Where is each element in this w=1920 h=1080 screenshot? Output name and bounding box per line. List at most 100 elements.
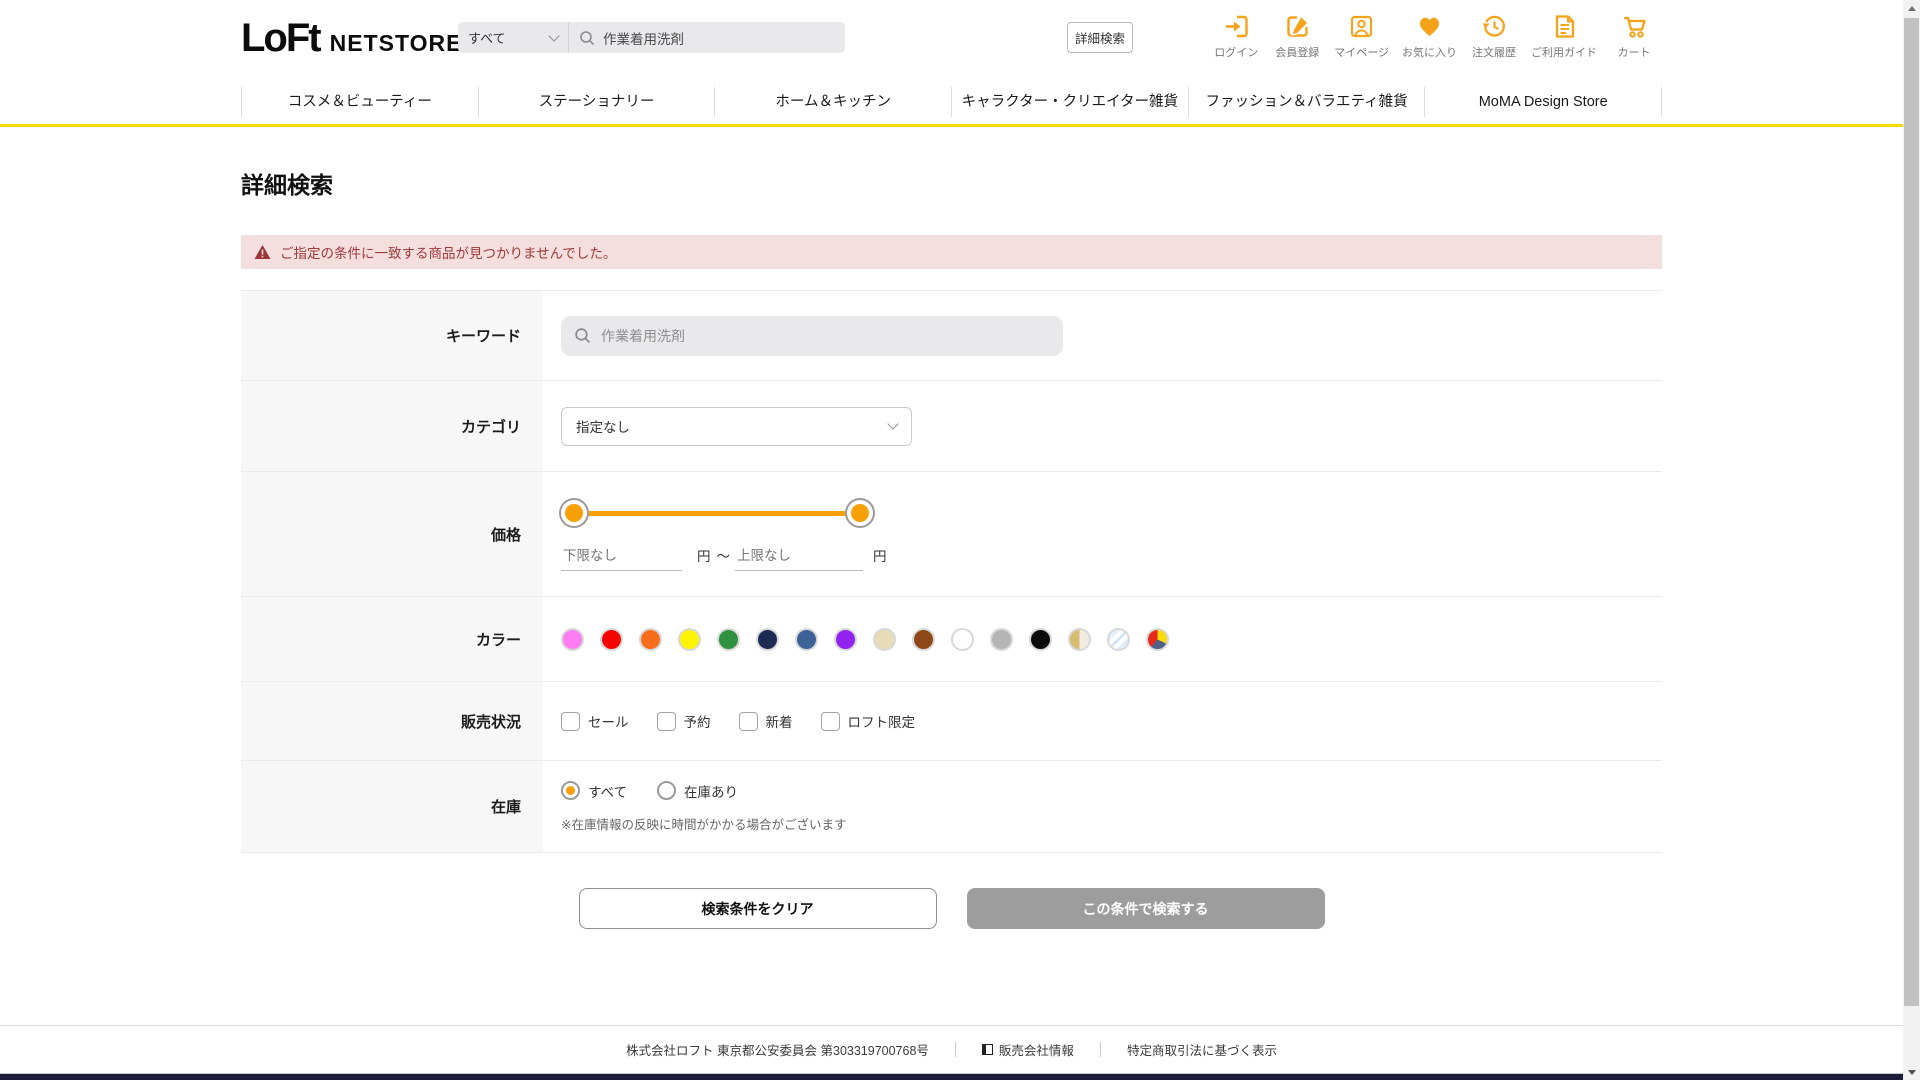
register-icon — [1287, 14, 1309, 37]
header-search-input[interactable] — [603, 30, 823, 45]
cart-icon — [1623, 16, 1646, 38]
form-row-price: 価格 円 ～ 円 — [241, 471, 1662, 596]
checkbox-icon — [820, 711, 840, 731]
color-swatch-beige[interactable] — [873, 627, 896, 651]
page-title: 詳細検索 — [241, 172, 333, 198]
legal-notice-link[interactable]: 特定商取引法に基づく表示 — [1127, 1040, 1277, 1059]
keyword-input[interactable] — [601, 327, 1041, 344]
chevron-down-icon — [548, 29, 560, 42]
color-swatch-black[interactable] — [1029, 627, 1052, 651]
logo-netstore-text: NETSTORE — [329, 30, 463, 56]
color-swatch-gold[interactable] — [1068, 627, 1091, 651]
color-swatch-purple[interactable] — [834, 627, 857, 651]
nav-item-home-kitchen[interactable]: ホーム＆キッチン — [714, 87, 951, 117]
radio-label: 在庫あり — [684, 784, 739, 800]
register-link[interactable]: 会員登録 — [1273, 13, 1321, 60]
header-search-bar: すべて 詳細検索 — [458, 22, 1133, 53]
color-swatch-green[interactable] — [717, 627, 740, 651]
login-link[interactable]: ログイン — [1212, 13, 1260, 60]
footer-divider — [954, 1042, 956, 1057]
color-swatch-pink[interactable] — [561, 627, 584, 651]
main-content: 詳細検索 ご指定の条件に一致する商品が見つかりませんでした。 キーワード 作業着… — [241, 171, 1662, 929]
checkbox-sale[interactable]: セール — [561, 711, 629, 731]
radio-in-stock[interactable]: 在庫あり — [657, 781, 738, 801]
color-swatch-yellow[interactable] — [678, 627, 701, 651]
scrollbar-thumb[interactable] — [1904, 18, 1919, 1006]
form-actions: 検索条件をクリア この条件で検索する — [241, 888, 1662, 929]
form-row-stock: 在庫 すべて 在庫あり ※在庫情報の反映に時間がかかる場合がございます — [241, 760, 1662, 853]
nav-item-cosme-beauty[interactable]: コスメ＆ビューティー — [241, 87, 478, 117]
color-swatch-multicolor[interactable] — [1146, 627, 1169, 651]
vertical-scrollbar[interactable] — [1903, 0, 1920, 1080]
guide-icon — [1555, 15, 1574, 38]
scrollbar-down-arrow[interactable] — [1903, 1064, 1920, 1080]
clear-conditions-button[interactable]: 検索条件をクリア — [578, 888, 937, 929]
keyword-label: キーワード — [241, 291, 543, 380]
logo-loft-text: LoFt — [241, 16, 322, 60]
checkbox-new-arrival[interactable]: 新着 — [738, 711, 793, 731]
order-history-link[interactable]: 注文履歴 — [1470, 13, 1518, 60]
quick-link-label: ご利用ガイド — [1531, 47, 1597, 59]
checkbox-loft-exclusive[interactable]: ロフト限定 — [820, 711, 916, 731]
category-select[interactable]: 指定なし — [561, 406, 912, 446]
company-info-link[interactable]: 販売会社情報 — [981, 1040, 1074, 1059]
mypage-icon — [1351, 15, 1373, 38]
nav-item-fashion-variety[interactable]: ファッション＆バラエティ雑貨 — [1187, 87, 1425, 117]
price-unit-label: 円 — [697, 549, 711, 564]
cart-link[interactable]: カート — [1610, 13, 1658, 60]
search-icon — [580, 30, 595, 45]
no-results-alert: ご指定の条件に一致する商品が見つかりませんでした。 — [241, 235, 1662, 269]
company-info-label: 販売会社情報 — [998, 1044, 1074, 1058]
price-label: 価格 — [241, 472, 543, 596]
header: LoFt NETSTORE すべて 詳細検索 — [0, 0, 1903, 80]
price-max-input[interactable] — [735, 548, 863, 571]
keyword-field — [561, 315, 1063, 356]
color-swatch-clear[interactable] — [1107, 627, 1130, 651]
color-swatch-white[interactable] — [951, 627, 974, 651]
price-range-separator: ～ — [716, 549, 731, 564]
color-label: カラー — [241, 597, 543, 681]
mypage-link[interactable]: マイページ — [1334, 13, 1389, 60]
checkbox-preorder[interactable]: 予約 — [656, 711, 711, 731]
category-label: カテゴリ — [241, 381, 543, 471]
form-row-color: カラー — [241, 596, 1662, 681]
category-nav: コスメ＆ビューティー ステーショナリー ホーム＆キッチン キャラクター・クリエイ… — [0, 80, 1903, 127]
nav-item-character-creator[interactable]: キャラクター・クリエイター雑貨 — [951, 87, 1188, 117]
quick-link-label: マイページ — [1334, 47, 1389, 59]
price-range-slider — [561, 499, 873, 527]
nav-item-moma-design-store[interactable]: MoMA Design Store — [1424, 87, 1663, 117]
loft-netstore-logo[interactable]: LoFt NETSTORE — [241, 18, 462, 58]
search-category-dropdown[interactable]: すべて — [458, 22, 569, 53]
advanced-search-form: キーワード カテゴリ 指定なし — [241, 290, 1662, 853]
scrollbar-up-arrow[interactable] — [1903, 0, 1920, 16]
color-swatches — [561, 627, 1662, 651]
nav-item-stationery[interactable]: ステーショナリー — [477, 87, 715, 117]
quick-link-label: 注文履歴 — [1472, 47, 1516, 59]
color-swatch-red[interactable] — [600, 627, 623, 651]
footer: 株式会社ロフト 東京都公安委員会 第303319700768号 販売会社情報 特… — [0, 1025, 1903, 1073]
slider-handle-max[interactable] — [847, 500, 873, 526]
stock-options: すべて 在庫あり — [561, 781, 1662, 801]
slider-handle-min[interactable] — [561, 500, 587, 526]
quick-link-label: 会員登録 — [1275, 47, 1320, 59]
radio-label: すべて — [588, 784, 628, 800]
quick-link-label: お気に入り — [1402, 47, 1457, 59]
advanced-search-button[interactable]: 詳細検索 — [1067, 22, 1133, 53]
color-swatch-gray[interactable] — [990, 627, 1013, 651]
price-min-input[interactable] — [561, 548, 682, 571]
guide-link[interactable]: ご利用ガイド — [1531, 13, 1597, 60]
color-swatch-brown[interactable] — [912, 627, 935, 651]
color-swatch-blue[interactable] — [795, 627, 818, 651]
radio-all[interactable]: すべて — [561, 781, 627, 801]
sales-status-options: セール 予約 新着 ロフト限定 — [561, 711, 1662, 731]
color-swatch-orange[interactable] — [639, 627, 662, 651]
search-with-conditions-button[interactable]: この条件で検索する — [966, 888, 1325, 929]
radio-selected-icon — [561, 781, 580, 800]
favorites-link[interactable]: お気に入り — [1402, 13, 1457, 60]
form-row-category: カテゴリ 指定なし — [241, 380, 1662, 471]
price-inputs: 円 ～ 円 — [561, 545, 1662, 571]
category-selected-value: 指定なし — [576, 420, 630, 435]
color-swatch-navy[interactable] — [756, 627, 779, 651]
legal-notice-label: 特定商取引法に基づく表示 — [1126, 1044, 1277, 1058]
checkbox-label: ロフト限定 — [847, 715, 916, 730]
